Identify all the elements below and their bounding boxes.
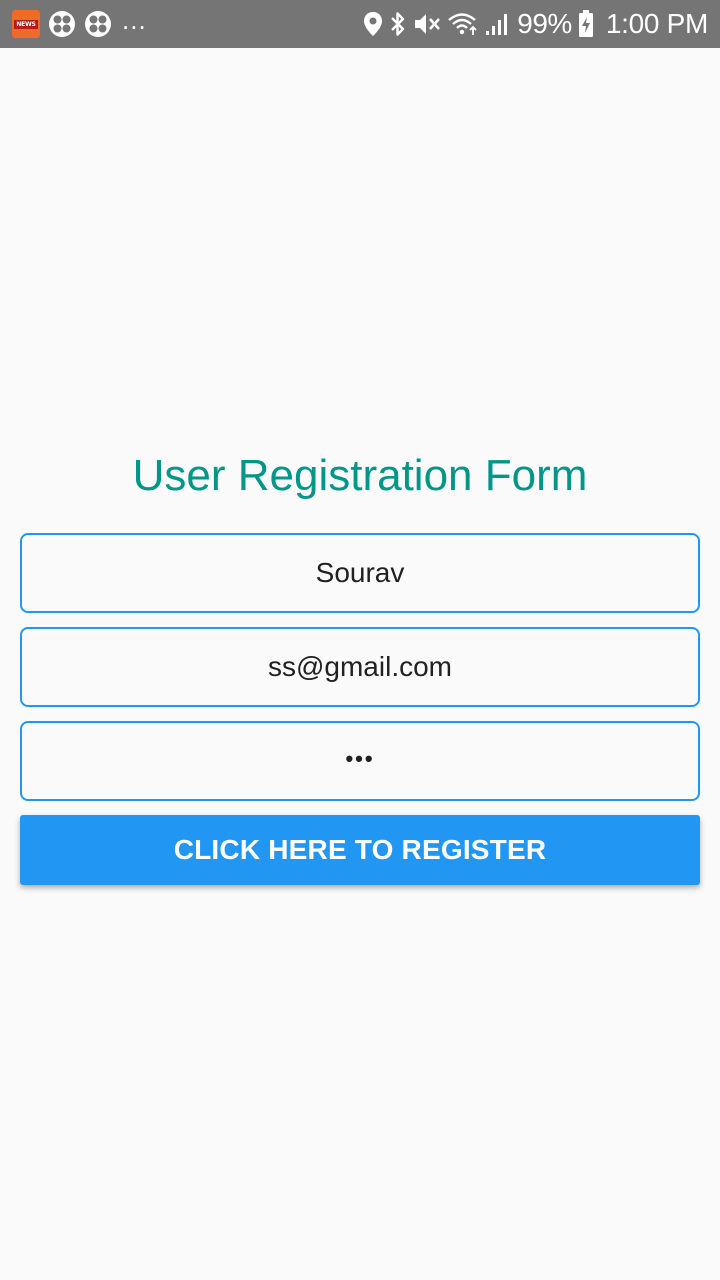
news-app-icon: NEWS: [12, 10, 40, 38]
email-field-value: ss@gmail.com: [267, 651, 452, 682]
news-app-icon-text: NEWS: [14, 19, 38, 29]
status-bar: NEWS ... 99% 1:00 PM: [0, 0, 720, 48]
signal-icon: [485, 11, 509, 37]
register-button-label: CLICK HERE TO REGISTER: [173, 834, 547, 865]
email-field[interactable]: ss@gmail.com: [20, 627, 700, 707]
mute-icon: [413, 11, 441, 37]
wifi-icon: [447, 11, 479, 37]
password-field-value: •••: [345, 746, 375, 771]
location-icon: [363, 11, 383, 37]
bluetooth-icon: [389, 11, 407, 37]
system-icons: 99% 1:00 PM: [363, 8, 708, 40]
register-button[interactable]: CLICK HERE TO REGISTER: [20, 815, 700, 885]
name-field-value: Sourav: [315, 557, 405, 588]
page-title: User Registration Form: [132, 451, 588, 500]
clover-icon: [48, 10, 76, 38]
more-notifications-indicator: ...: [122, 5, 147, 35]
battery-percent: 99%: [517, 8, 572, 39]
battery-charging-icon: [578, 10, 594, 38]
notification-icons: NEWS ...: [12, 5, 147, 38]
password-field[interactable]: •••: [20, 721, 700, 801]
clover-icon: [84, 10, 112, 38]
clock: 1:00 PM: [605, 8, 708, 39]
name-field[interactable]: Sourav: [20, 533, 700, 613]
